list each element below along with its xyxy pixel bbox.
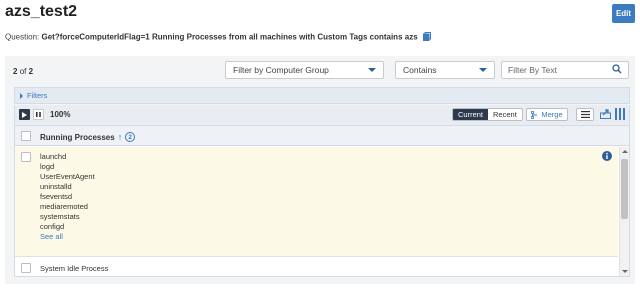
table-row[interactable]: System Idle Process (15, 258, 618, 276)
operator-value: Contains (403, 65, 437, 75)
progress-percent: 100% (50, 110, 71, 119)
export-icon[interactable] (600, 108, 611, 121)
hamburger-icon (580, 111, 590, 118)
count-total: 2 (28, 67, 34, 76)
columns-icon[interactable] (615, 108, 625, 122)
table-header: Running Processes ↑ 2 (15, 126, 629, 146)
pause-icon (36, 112, 41, 117)
see-all-link[interactable]: See all (40, 232, 95, 242)
chevron-down-icon (479, 68, 487, 72)
results-table: Running Processes ↑ 2 launchd logd UserE… (14, 125, 630, 277)
computer-group-value: Filter by Computer Group (233, 65, 329, 75)
filter-text-placeholder: Filter By Text (508, 65, 557, 75)
process-list: launchd logd UserEventAgent uninstalld f… (40, 152, 95, 242)
process-item: uninstalld (40, 182, 72, 191)
filters-label: Filters (27, 91, 48, 100)
merge-label: Merge (541, 110, 563, 119)
page-title: azs_test2 (5, 3, 78, 20)
search-icon[interactable] (612, 64, 622, 76)
operator-select[interactable]: Contains (395, 61, 495, 79)
current-tab[interactable]: Current (453, 109, 489, 120)
recent-tab[interactable]: Recent (488, 109, 522, 120)
vertical-scrollbar[interactable] (619, 147, 629, 276)
edit-button[interactable]: Edit (612, 4, 635, 23)
process-item: launchd (40, 152, 67, 161)
scroll-down-icon[interactable] (622, 270, 628, 273)
column-header-running-processes[interactable]: Running Processes ↑ 2 (40, 132, 136, 142)
row-checkbox[interactable] (21, 263, 31, 273)
chevron-down-icon (368, 68, 376, 72)
question-prefix: Question: (5, 32, 40, 42)
results-panel: 2 of 2 Filter by Computer Group Contains… (5, 56, 635, 284)
row-label: System Idle Process (40, 264, 109, 273)
play-button[interactable] (19, 109, 30, 120)
table-row[interactable]: launchd logd UserEventAgent uninstalld f… (15, 147, 618, 257)
filters-toggle[interactable]: Filters (14, 87, 630, 104)
merge-button[interactable]: Merge (526, 108, 568, 121)
copy-icon[interactable] (422, 32, 431, 43)
question-text: Get?forceComputerIdFlag=1 Running Proces… (41, 32, 418, 42)
pause-button[interactable] (33, 109, 44, 120)
menu-button[interactable] (576, 108, 594, 121)
row-checkbox[interactable] (21, 152, 31, 162)
process-item: configd (40, 222, 65, 231)
column-header-label: Running Processes (40, 132, 115, 142)
process-item: systemstats (40, 212, 80, 221)
question-line: Question: Get?forceComputerIdFlag=1 Runn… (5, 32, 431, 43)
result-count: 2 of 2 (13, 67, 33, 76)
info-icon[interactable] (602, 151, 612, 163)
column-count-badge: 2 (125, 132, 136, 142)
caret-right-icon (20, 92, 23, 99)
view-toggle: Current Recent (452, 108, 523, 121)
process-item: mediaremoted (40, 202, 88, 211)
play-icon (22, 111, 27, 118)
select-all-checkbox[interactable] (21, 131, 31, 141)
computer-group-select[interactable]: Filter by Computer Group (225, 61, 384, 79)
filter-text-input[interactable]: Filter By Text (501, 61, 629, 79)
count-current: 2 (13, 67, 18, 76)
sort-ascending-icon[interactable]: ↑ (118, 132, 123, 142)
results-toolbar: 100% Current Recent Merge (14, 105, 630, 125)
process-item: UserEventAgent (40, 172, 95, 181)
process-item: logd (40, 162, 55, 171)
scroll-up-icon[interactable] (622, 150, 628, 153)
scrollbar-thumb[interactable] (621, 159, 628, 219)
process-item: fseventsd (40, 192, 73, 201)
merge-icon (531, 110, 538, 119)
count-separator: of (19, 67, 27, 76)
